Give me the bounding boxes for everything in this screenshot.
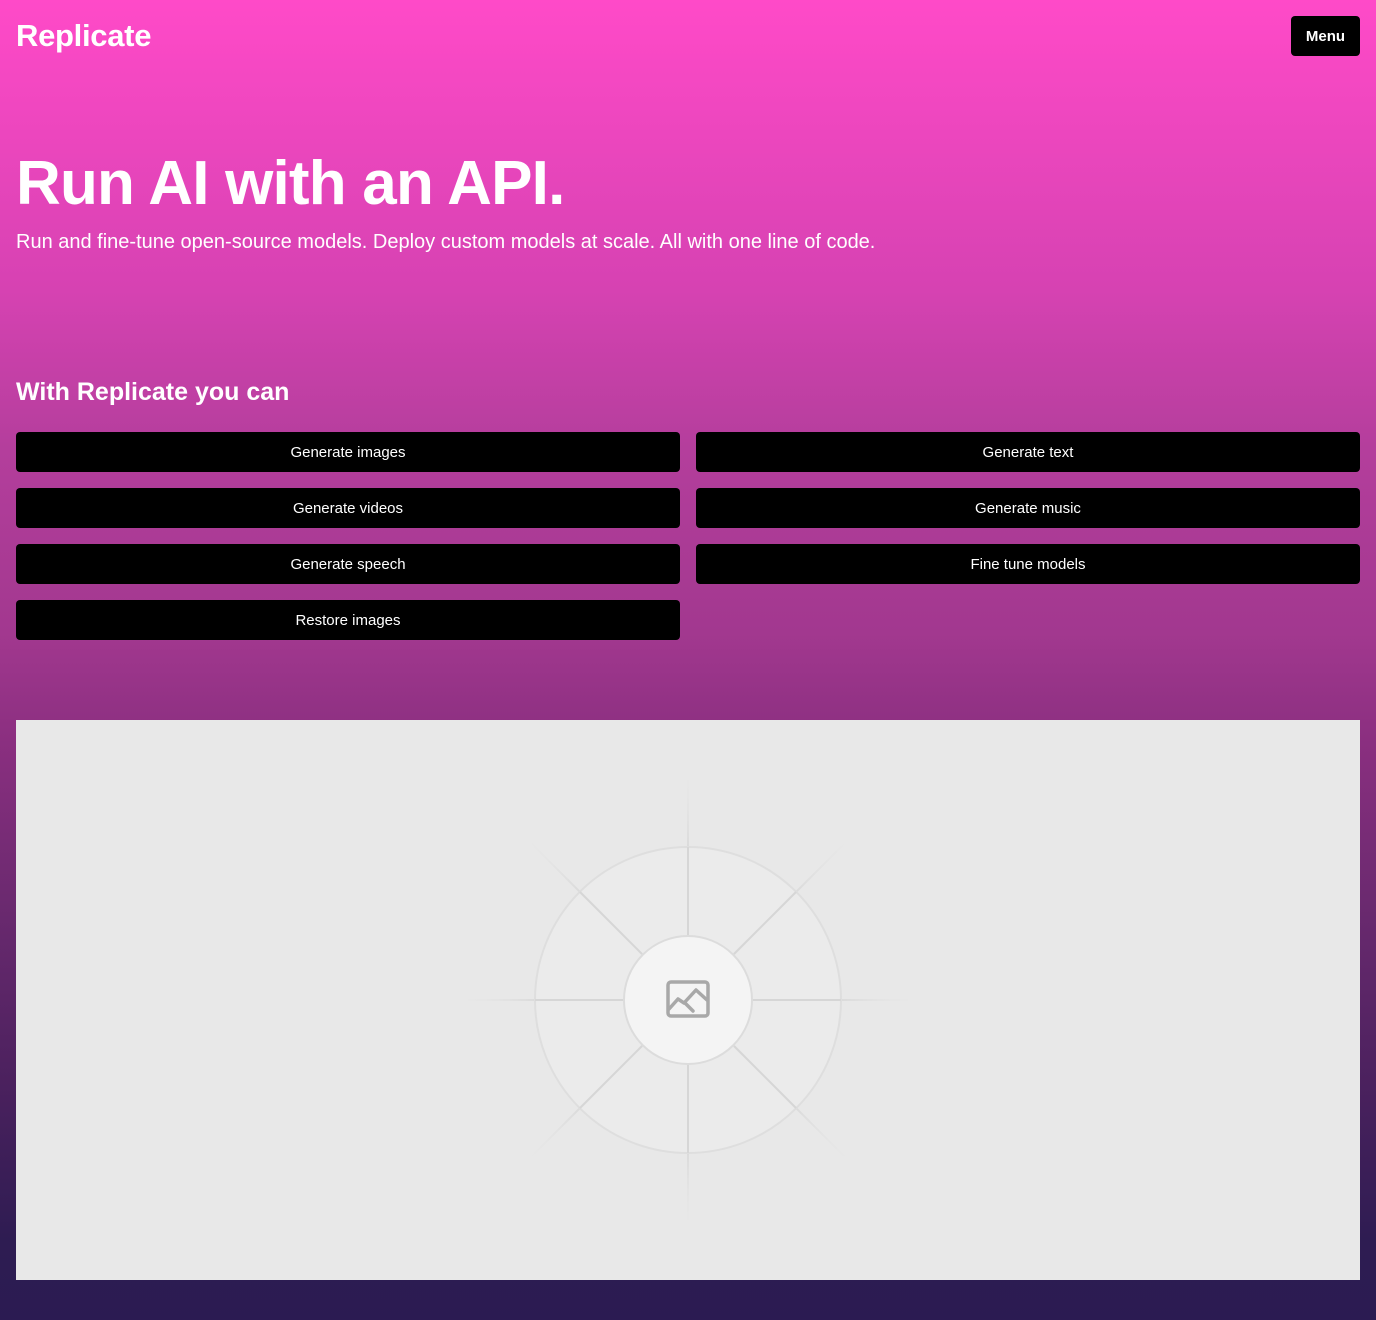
generate-music-button[interactable]: Generate music [696, 488, 1360, 528]
generate-images-button[interactable]: Generate images [16, 432, 680, 472]
hero-title: Run AI with an API. [16, 149, 565, 218]
media-placeholder [16, 720, 1360, 1280]
generate-videos-button[interactable]: Generate videos [16, 488, 680, 528]
restore-images-button[interactable]: Restore images [16, 600, 680, 640]
capabilities-heading: With Replicate you can [16, 378, 290, 406]
fine-tune-models-button[interactable]: Fine tune models [696, 544, 1360, 584]
replicate-logo[interactable]: Replicate [16, 16, 151, 56]
menu-button[interactable]: Menu [1291, 16, 1360, 56]
generate-speech-button[interactable]: Generate speech [16, 544, 680, 584]
generate-text-button[interactable]: Generate text [696, 432, 1360, 472]
capabilities-grid: Generate images Generate text Generate v… [16, 432, 1360, 640]
hero-subtitle: Run and fine-tune open-source models. De… [16, 231, 876, 253]
placeholder-graphic [468, 780, 908, 1220]
top-bar: Replicate Menu [16, 16, 1360, 56]
